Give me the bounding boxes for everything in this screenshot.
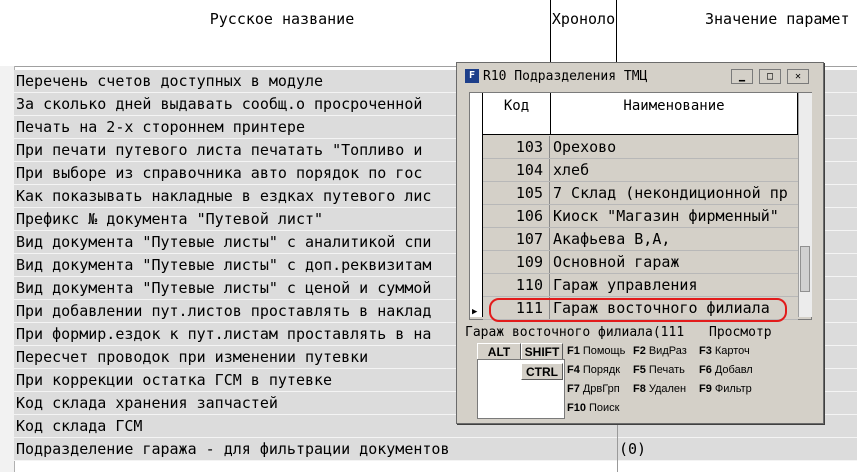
fkey-label: Карточ xyxy=(714,345,750,357)
department-row[interactable]: 104 хлеб xyxy=(483,159,798,182)
fkey-code: F3 xyxy=(699,345,712,357)
vertical-scrollbar[interactable] xyxy=(798,93,812,317)
param-value: (0) xyxy=(619,440,647,458)
param-name: Вид документа "Путевые листы" с аналитик… xyxy=(16,233,432,251)
param-name: При печати путевого листа печатать "Топл… xyxy=(16,141,423,159)
param-name: При коррекции остатка ГСМ в путевке xyxy=(16,371,333,389)
department-row[interactable]: 109 Основной гараж xyxy=(483,251,798,274)
param-name: При добавлении пут.листов проставлять в … xyxy=(16,302,432,320)
param-name: При формир.ездок к пут.листам проставлят… xyxy=(16,325,432,343)
status-mode: Просмотр xyxy=(709,325,772,340)
department-code: 109 xyxy=(515,253,543,271)
fkey-code: F8 xyxy=(633,383,646,395)
status-line: Гараж восточного филиала(111 Просмотр xyxy=(465,325,815,341)
department-row[interactable]: 107 Акафьева В,А, xyxy=(483,228,798,251)
row-indicator-column xyxy=(0,66,15,472)
department-row[interactable]: 106 Киоск "Магазин фирменный" xyxy=(483,205,798,228)
fkey-f3[interactable]: F3 Карточ xyxy=(699,345,750,357)
department-name: хлеб xyxy=(549,159,798,181)
department-code: 106 xyxy=(515,207,543,225)
fkey-code: F4 xyxy=(567,364,580,376)
fkey-code: F10 xyxy=(567,402,586,414)
close-button[interactable]: ✕ xyxy=(787,69,809,84)
column-header-chronology[interactable]: Хроноло xyxy=(551,0,617,66)
fkey-label: Поиск xyxy=(588,402,620,414)
department-name: 7 Склад (некондиционной пр xyxy=(549,182,798,204)
fkey-code: F5 xyxy=(633,364,646,376)
param-name: Префикс № документа "Путевой лист" xyxy=(16,210,324,228)
minimize-button[interactable]: ▁ xyxy=(731,69,753,84)
department-name: Гараж управления xyxy=(549,274,798,296)
param-name: Код склада ГСМ xyxy=(16,417,143,435)
current-row-arrow-icon: ▶ xyxy=(472,307,478,317)
column-header-name[interactable]: Наименование xyxy=(551,93,798,135)
fkey-code: F2 xyxy=(633,345,646,357)
department-code: 110 xyxy=(515,276,543,294)
param-name: Как показывать накладные в ездках путево… xyxy=(16,187,432,205)
param-name: Код склада хранения запчастей xyxy=(16,394,278,412)
maximize-button[interactable]: □ xyxy=(759,69,781,84)
fkey-label: Порядк xyxy=(582,364,621,376)
department-row[interactable]: 110 Гараж управления xyxy=(483,274,798,297)
param-name: Вид документа "Путевые листы" с ценой и … xyxy=(16,279,432,297)
param-name: Пересчет проводок при изменении путевки xyxy=(16,348,369,366)
fkey-code: F7 xyxy=(567,383,580,395)
fkey-f2[interactable]: F2 ВидРаз xyxy=(633,345,687,357)
department-code: 103 xyxy=(515,138,543,156)
params-grid-header: Русское название Хроноло Значение параме… xyxy=(0,0,857,67)
fkey-f10[interactable]: F10 Поиск xyxy=(567,402,619,414)
department-row[interactable]: 105 7 Склад (некондиционной пр xyxy=(483,182,798,205)
department-name: Основной гараж xyxy=(549,251,798,273)
department-name: Орехово xyxy=(549,136,798,158)
fkey-f4[interactable]: F4 Порядк xyxy=(567,364,620,376)
fkey-label: ВидРаз xyxy=(648,345,687,357)
fkey-f7[interactable]: F7 ДрвГрп xyxy=(567,383,620,395)
scrollbar-thumb[interactable] xyxy=(800,246,810,292)
dialog-title: R10 Подразделения ТМЦ xyxy=(483,69,648,84)
department-row[interactable]: 103 Орехово xyxy=(483,136,798,159)
fkey-label: Фильтр xyxy=(714,383,752,395)
param-name: Подразделение гаража - для фильтрации до… xyxy=(16,440,450,458)
param-name: Вид документа "Путевые листы" с доп.рекв… xyxy=(16,256,432,274)
column-header-russian-name[interactable]: Русское название xyxy=(14,0,551,66)
app-icon: F xyxy=(465,69,479,83)
fkey-f5[interactable]: F5 Печать xyxy=(633,364,685,376)
param-name: За сколько дней выдавать сообщ.о просроч… xyxy=(16,95,423,113)
shift-key-button[interactable]: SHIFT xyxy=(521,343,563,360)
fkey-code: F9 xyxy=(699,383,712,395)
fkey-code: F1 xyxy=(567,345,580,357)
departments-grid: Код Наименование 103 Орехово 104 хлеб 105 7 С… xyxy=(469,92,812,320)
department-code: 107 xyxy=(515,230,543,248)
department-code: 105 xyxy=(515,184,543,202)
fkey-label: ДрвГрп xyxy=(582,383,620,395)
ctrl-key-button[interactable]: CTRL xyxy=(521,363,563,380)
dialog-titlebar[interactable]: F R10 Подразделения ТМЦ ▁ □ ✕ xyxy=(457,63,823,89)
column-header-value[interactable]: Значение парамет xyxy=(617,0,857,66)
row-indicator xyxy=(470,93,483,317)
fkey-label: Печать xyxy=(648,364,685,376)
department-code: 104 xyxy=(515,161,543,179)
param-name: При выборе из справочника авто порядок п… xyxy=(16,164,423,182)
fkey-label: Добавл xyxy=(714,364,753,376)
department-name: Акафьева В,А, xyxy=(549,228,798,250)
status-selected: Гараж восточного филиала(111 xyxy=(465,325,685,340)
fkey-code: F6 xyxy=(699,364,712,376)
fkey-f6[interactable]: F6 Добавл xyxy=(699,364,753,376)
fkey-f8[interactable]: F8 Удален xyxy=(633,383,686,395)
params-row[interactable]: Подразделение гаража - для фильтрации до… xyxy=(14,438,857,461)
fkey-label: Удален xyxy=(648,383,687,395)
departments-dialog: F R10 Подразделения ТМЦ ▁ □ ✕ Код Наимен… xyxy=(456,62,824,424)
param-name: Печать на 2-х стороннем принтере xyxy=(16,118,305,136)
hotkeys-panel: ALT SHIFT CTRL F1 Помощь F2 ВидРаз F3 Карточ F… xyxy=(473,341,765,421)
alt-key-button[interactable]: ALT xyxy=(477,343,521,360)
highlight-oval xyxy=(489,298,787,322)
department-name: Киоск "Магазин фирменный" xyxy=(549,205,798,227)
fkey-f9[interactable]: F9 Фильтр xyxy=(699,383,752,395)
param-name: Перечень счетов доступных в модуле xyxy=(16,72,324,90)
column-header-code[interactable]: Код xyxy=(483,93,551,135)
fkey-label: Помощь xyxy=(582,345,626,357)
fkey-f1[interactable]: F1 Помощь xyxy=(567,345,625,357)
